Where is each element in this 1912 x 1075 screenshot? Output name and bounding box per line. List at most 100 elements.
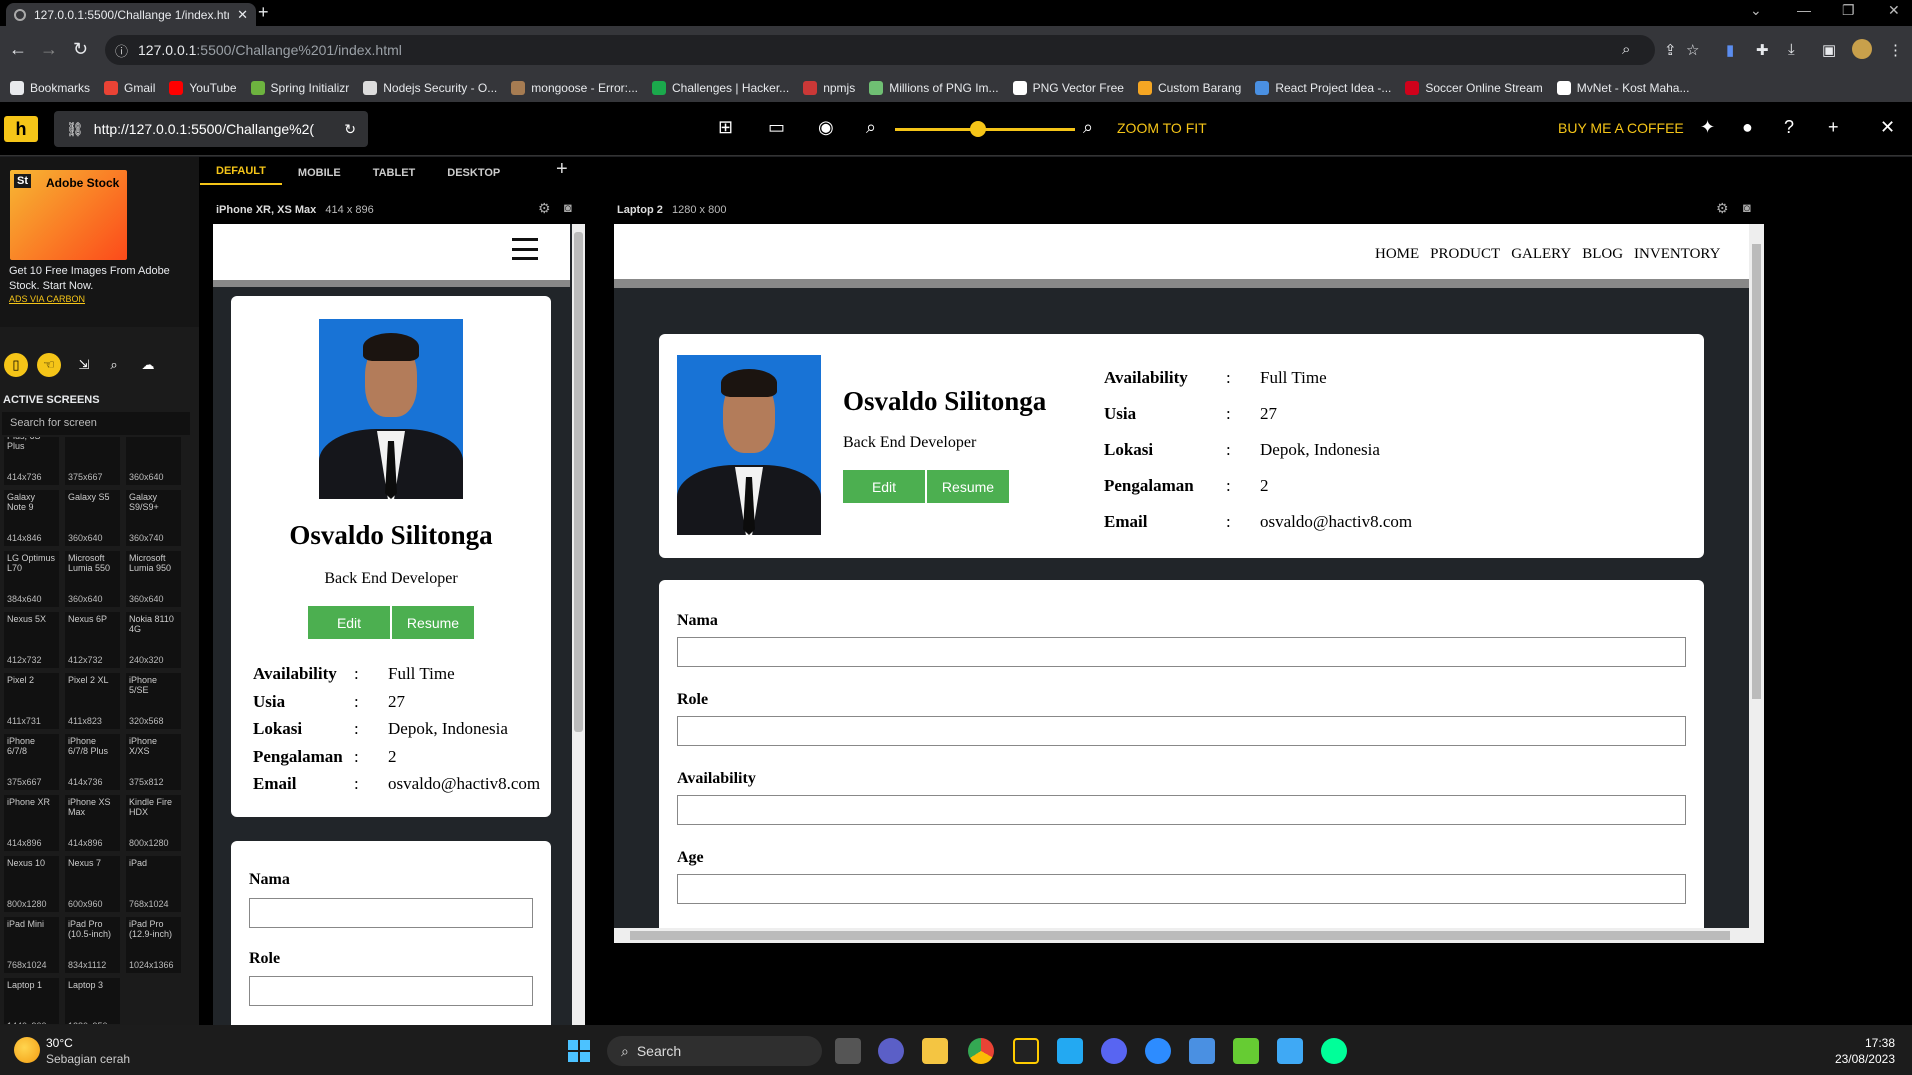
screen-preset[interactable]: iPhone 6/7/8 375x667 [4, 734, 59, 790]
discord-icon[interactable] [1101, 1038, 1127, 1064]
reload-icon[interactable]: ↻ [73, 39, 88, 60]
star-icon[interactable]: ☆ [1686, 41, 1699, 59]
windows-start-icon[interactable] [568, 1040, 590, 1062]
screen-preset[interactable]: iPad 768x1024 [126, 856, 181, 912]
photos-icon[interactable] [1277, 1038, 1303, 1064]
task-view-icon[interactable] [835, 1038, 861, 1064]
screen-preset[interactable]: Galaxy Note 9 414x846 [4, 490, 59, 546]
zoom-app-icon[interactable] [1145, 1038, 1171, 1064]
camera-icon[interactable]: ◙ [564, 200, 572, 215]
screen-preset[interactable]: Nokia 8110 4G 240x320 [126, 612, 181, 668]
share-icon[interactable]: ⇪ [1664, 41, 1677, 59]
refresh-icon[interactable]: ↻ [344, 121, 356, 138]
restore-button[interactable]: ❐ [1842, 2, 1855, 19]
avatar[interactable] [1852, 39, 1872, 59]
close-window-button[interactable]: ✕ [1888, 2, 1900, 19]
screen-search-input[interactable]: Search for screen [2, 412, 190, 435]
zoom-icon[interactable]: ⌕ [1622, 41, 1630, 58]
nama-input[interactable] [249, 898, 533, 928]
screen-preset[interactable]: Galaxy S5 360x640 [65, 490, 120, 546]
screen-preset[interactable]: Nexus 5X 412x732 [4, 612, 59, 668]
screen-preset[interactable]: Microsoft Lumia 550 360x640 [65, 551, 120, 607]
screen-preset[interactable]: Nexus 7 600x960 [65, 856, 120, 912]
availability-input[interactable] [677, 795, 1686, 825]
screenshot-icon[interactable]: ◉ [818, 117, 834, 138]
screen-preset[interactable]: iPad Pro (10.5-inch) 834x1112 [65, 917, 120, 973]
gear-icon[interactable]: ⚙ [538, 200, 551, 217]
intellij-icon[interactable] [1013, 1038, 1039, 1064]
laptop-vertical-thumb[interactable] [1752, 244, 1761, 699]
screen-preset[interactable]: Laptop 3 1280x950 [65, 978, 120, 1024]
add-icon[interactable]: + [1828, 117, 1839, 138]
screen-preset[interactable]: 360x640 [126, 437, 181, 485]
nav-link-blog[interactable]: BLOG [1582, 246, 1623, 262]
screen-preset[interactable]: iPad Mini 768x1024 [4, 917, 59, 973]
back-icon[interactable]: ← [9, 39, 27, 60]
screen-preset[interactable]: iPhone 5/SE 320x568 [126, 673, 181, 729]
screen-preset[interactable]: Laptop 1 1440x900 [4, 978, 59, 1024]
screen-preset[interactable]: iPhone 6/7/8 Plus 414x736 [65, 734, 120, 790]
bookmark-item[interactable]: mongoose - Error:... [511, 81, 638, 95]
forward-icon[interactable]: → [40, 39, 58, 60]
help-icon[interactable]: ? [1784, 117, 1794, 138]
notepad-icon[interactable] [1189, 1038, 1215, 1064]
bookmark-item[interactable]: Challenges | Hacker... [652, 81, 789, 95]
github-icon[interactable]: ● [1742, 117, 1753, 138]
vscode-icon[interactable] [1057, 1038, 1083, 1064]
weather-icon[interactable] [14, 1037, 40, 1063]
laptop-horizontal-thumb[interactable] [630, 931, 1730, 940]
screen-preset[interactable]: 375x667 [65, 437, 120, 485]
bookmark-item[interactable]: Millions of PNG Im... [869, 81, 999, 95]
nav-link-product[interactable]: PRODUCT [1430, 246, 1500, 262]
pointer-icon[interactable]: ☜ [37, 353, 61, 377]
bookmark-item[interactable]: Bookmarks [10, 81, 90, 95]
extension-icon[interactable]: ▮ [1726, 41, 1734, 59]
edit-button[interactable]: Edit [308, 606, 390, 639]
download-icon[interactable]: ⤓ [1788, 41, 1795, 58]
bookmark-item[interactable]: React Project Idea -... [1255, 81, 1391, 95]
screen-preset[interactable]: Nexus 10 800x1280 [4, 856, 59, 912]
resume-button[interactable]: Resume [392, 606, 474, 639]
sidepanel-icon[interactable]: ▣ [1822, 41, 1836, 59]
teams-icon[interactable] [878, 1038, 904, 1064]
network-icon[interactable]: ☁ [136, 353, 160, 377]
ad-text[interactable]: Get 10 Free Images From Adobe Stock. Sta… [9, 264, 179, 294]
url-input[interactable]: ⓘ 127.0.0.1:5500/Challange%201/index.htm… [105, 35, 1655, 65]
taskbar-search[interactable]: ⌕ Search [607, 1036, 822, 1066]
edit-button[interactable]: Edit [843, 470, 925, 503]
nav-link-home[interactable]: HOME [1375, 246, 1419, 262]
screen-preset[interactable]: Galaxy S9/S9+ 360x740 [126, 490, 181, 546]
info-icon[interactable]: ⓘ [115, 41, 128, 60]
screen-preset[interactable]: iPad Pro (12.9-inch) 1024x1366 [126, 917, 181, 973]
bookmark-item[interactable]: YouTube [169, 81, 237, 95]
edge-icon[interactable] [1321, 1038, 1347, 1064]
bookmark-item[interactable]: Soccer Online Stream [1405, 81, 1543, 95]
screen-preset[interactable]: Plus, 6S Plus 414x736 [4, 437, 59, 485]
zoom-slider-handle[interactable] [970, 121, 986, 137]
zoom-in-icon[interactable]: ⌕ [1083, 117, 1093, 138]
twitter-icon[interactable]: ✦ [1700, 117, 1715, 138]
buy-coffee-link[interactable]: BUY ME A COFFEE [1558, 120, 1684, 136]
bookmark-item[interactable]: Nodejs Security - O... [363, 81, 497, 95]
file-explorer-icon[interactable] [922, 1038, 948, 1064]
grid-layout-icon[interactable]: ⊞ [718, 117, 733, 138]
screen-preset[interactable]: Microsoft Lumia 950 360x640 [126, 551, 181, 607]
close-tab-icon[interactable]: ✕ [237, 7, 248, 23]
search-icon[interactable]: ⌕ [102, 353, 126, 377]
nav-link-galery[interactable]: GALERY [1511, 246, 1571, 262]
phone-scrollbar-thumb[interactable] [574, 232, 583, 732]
screen-preset[interactable]: Nexus 6P 412x732 [65, 612, 120, 668]
bookmark-item[interactable]: MvNet - Kost Maha... [1556, 81, 1689, 95]
app-address-input[interactable]: ⛓ http://127.0.0.1:5500/Challange%2( ↻ [54, 111, 368, 147]
role-input[interactable] [249, 976, 533, 1006]
puzzle-icon[interactable]: ✚ [1756, 41, 1769, 59]
bookmark-item[interactable]: PNG Vector Free [1012, 81, 1124, 95]
nama-input[interactable] [677, 637, 1686, 667]
age-input[interactable] [677, 874, 1686, 904]
device-icon[interactable]: ▯ [4, 353, 28, 377]
inspect-icon[interactable]: ⇲ [72, 353, 96, 377]
chrome-icon[interactable] [968, 1038, 994, 1064]
screen-preset[interactable]: Pixel 2 XL 411x823 [65, 673, 120, 729]
device-tab-mobile[interactable]: MOBILE [282, 167, 357, 185]
device-tab-default[interactable]: DEFAULT [200, 165, 282, 185]
